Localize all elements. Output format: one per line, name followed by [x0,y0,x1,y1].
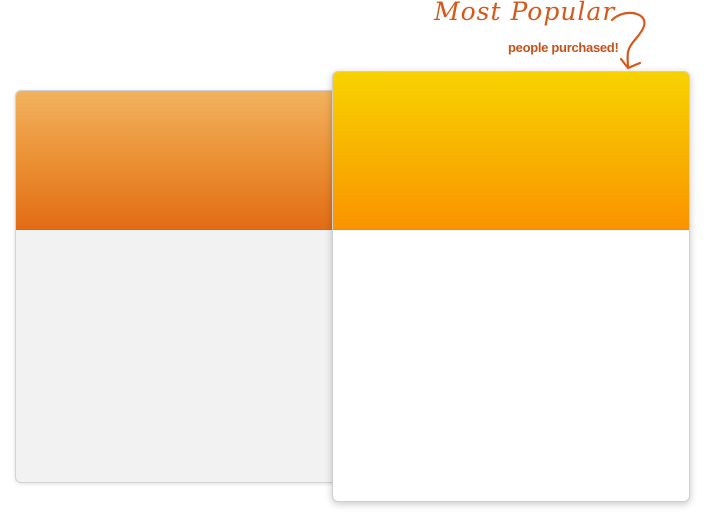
pricing-card-standard [15,90,367,483]
pricing-card-popular [332,71,690,502]
pricing-card-popular-header [333,72,689,230]
pricing-card-standard-header [16,91,366,230]
pricing-stage: Most Popular people purchased! [0,0,705,518]
curved-arrow-down-icon [610,11,646,70]
most-popular-label: Most Popular [434,0,616,26]
